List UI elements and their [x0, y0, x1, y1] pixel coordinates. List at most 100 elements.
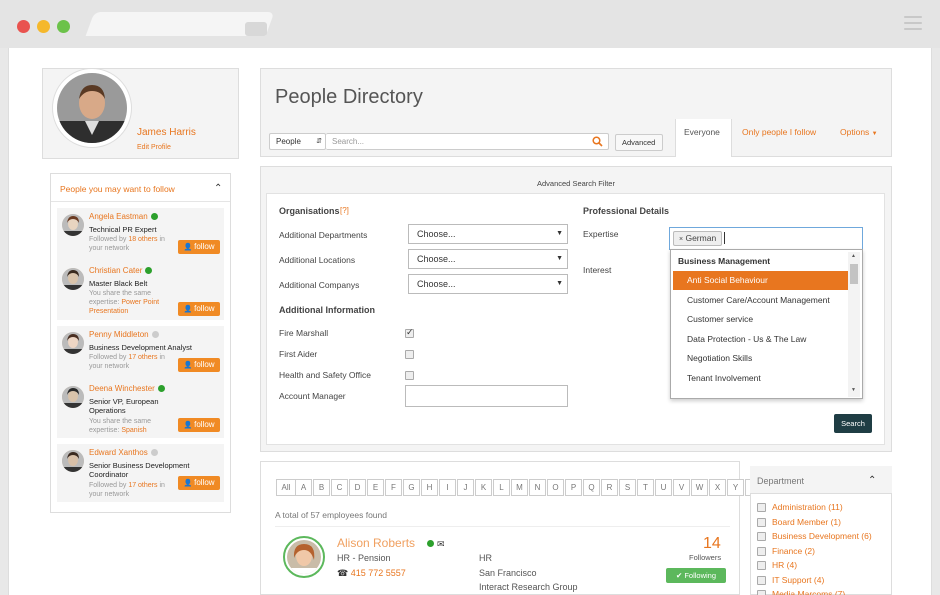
close-window-icon[interactable] — [17, 20, 30, 33]
department-checkbox[interactable] — [757, 517, 766, 527]
org-filter-select[interactable]: Choose... ▼ — [408, 224, 568, 244]
department-item[interactable]: Board Member (1) — [772, 517, 841, 527]
suggestion-avatar[interactable] — [62, 214, 84, 236]
tab-only-followed[interactable]: Only people I follow — [742, 127, 816, 137]
follow-button[interactable]: 👤 follow — [178, 476, 220, 490]
dropdown-option[interactable]: Negotiation Skills — [673, 349, 848, 368]
employee-phone-number[interactable]: 415 772 5557 — [351, 568, 406, 578]
alpha-filter-button[interactable]: S — [619, 479, 636, 496]
department-item[interactable]: Media Marcoms (7) — [772, 589, 845, 595]
org-filter-select[interactable]: Choose... ▼ — [408, 249, 568, 269]
alpha-filter-button[interactable]: B — [313, 479, 330, 496]
suggestion-name[interactable]: Deena Winchester — [89, 384, 165, 393]
collapse-chevron-icon[interactable]: ⌃ — [214, 183, 222, 194]
mail-icon[interactable]: ✉ — [437, 539, 445, 550]
dropdown-option[interactable]: Customer service — [673, 310, 848, 329]
department-item[interactable]: HR (4) — [772, 560, 797, 570]
tab-options[interactable]: Options ▼ — [840, 127, 878, 137]
suggestion-info-link[interactable]: Spanish — [121, 427, 146, 434]
suggestion-info-link[interactable]: 17 others — [128, 354, 157, 361]
search-button[interactable]: Search — [834, 414, 872, 433]
follow-button[interactable]: 👤 follow — [178, 358, 220, 372]
suggestion-info-link[interactable]: 17 others — [128, 482, 157, 489]
alpha-filter-button[interactable]: R — [601, 479, 618, 496]
alpha-filter-button[interactable]: T — [637, 479, 654, 496]
search-icon[interactable] — [592, 136, 603, 149]
department-checkbox[interactable] — [757, 546, 766, 556]
dropdown-option[interactable]: Data Protection - Us & The Law — [673, 330, 848, 349]
suggestion-avatar[interactable] — [62, 450, 84, 472]
dropdown-option[interactable]: Tenant Involvement — [673, 369, 848, 388]
follow-button[interactable]: 👤 follow — [178, 302, 220, 316]
alpha-filter-button[interactable]: H — [421, 479, 438, 496]
advanced-button[interactable]: Advanced — [615, 134, 663, 151]
following-button[interactable]: ✔ Following — [666, 568, 726, 583]
suggestion-name-text[interactable]: Deena Winchester — [89, 384, 155, 393]
profile-name[interactable]: James Harris — [137, 127, 196, 138]
info-checkbox[interactable] — [405, 350, 414, 359]
department-checkbox[interactable] — [757, 561, 766, 570]
alpha-filter-button[interactable]: D — [349, 479, 366, 496]
expertise-tag[interactable]: × German — [673, 231, 723, 246]
suggestion-name[interactable]: Edward Xanthos — [89, 448, 158, 457]
suggestion-name[interactable]: Christian Cater — [89, 266, 153, 275]
info-checkbox[interactable] — [405, 371, 414, 380]
alpha-filter-button[interactable]: N — [529, 479, 546, 496]
suggestion-avatar[interactable] — [62, 268, 84, 290]
suggestion-name-text[interactable]: Penny Middleton — [89, 330, 149, 339]
follow-button[interactable]: 👤 follow — [178, 240, 220, 254]
employee-avatar[interactable] — [283, 536, 325, 578]
alpha-filter-button[interactable]: E — [367, 479, 384, 496]
suggestion-name[interactable]: Angela Eastman — [89, 212, 158, 221]
alpha-filter-button[interactable]: U — [655, 479, 672, 496]
alpha-filter-button[interactable]: G — [403, 479, 420, 496]
alpha-filter-button[interactable]: W — [691, 479, 708, 496]
department-item[interactable]: Business Development (6) — [772, 531, 872, 541]
search-input[interactable]: Search... — [326, 133, 609, 150]
department-checkbox[interactable] — [757, 575, 766, 585]
search-scope-select[interactable]: People ⇵ — [269, 133, 326, 150]
help-link[interactable]: [?] — [340, 206, 349, 215]
tab-everyone[interactable] — [675, 119, 732, 157]
alpha-filter-button[interactable]: All — [276, 479, 296, 496]
alpha-filter-button[interactable]: Y — [727, 479, 744, 496]
remove-tag-icon[interactable]: × — [679, 236, 683, 243]
alpha-filter-button[interactable]: M — [511, 479, 528, 496]
department-checkbox[interactable] — [757, 503, 766, 512]
alpha-filter-button[interactable]: O — [547, 479, 564, 496]
suggestion-name-text[interactable]: Christian Cater — [89, 266, 142, 275]
edit-profile-link[interactable]: Edit Profile — [137, 144, 171, 151]
dropdown-scroll-thumb[interactable] — [850, 264, 858, 284]
dropdown-option[interactable]: Customer Care/Account Management — [673, 291, 848, 310]
new-tab-button[interactable] — [245, 22, 267, 36]
alpha-filter-button[interactable]: I — [439, 479, 456, 496]
info-checkbox[interactable]: ✓ — [405, 327, 414, 338]
alpha-filter-button[interactable]: C — [331, 479, 348, 496]
alpha-filter-button[interactable]: P — [565, 479, 582, 496]
department-checkbox[interactable] — [757, 532, 766, 541]
alpha-filter-button[interactable]: K — [475, 479, 492, 496]
suggestion-name[interactable]: Penny Middleton — [89, 330, 159, 339]
profile-avatar[interactable] — [53, 69, 131, 147]
hamburger-menu-icon[interactable] — [904, 16, 922, 32]
alpha-filter-button[interactable]: X — [709, 479, 726, 496]
follow-button[interactable]: 👤 follow — [178, 418, 220, 432]
collapse-chevron-icon[interactable]: ⌃ — [868, 475, 876, 486]
scroll-up-icon[interactable]: ▲ — [851, 253, 856, 259]
department-item[interactable]: Finance (2) — [772, 546, 815, 556]
account-manager-input[interactable] — [405, 385, 568, 407]
department-item[interactable]: Administration (11) — [772, 502, 843, 512]
suggestion-info-link[interactable]: 18 others — [128, 236, 157, 243]
minimize-window-icon[interactable] — [37, 20, 50, 33]
suggestion-avatar[interactable] — [62, 386, 84, 408]
suggestion-name-text[interactable]: Edward Xanthos — [89, 448, 148, 457]
scroll-down-icon[interactable]: ▼ — [851, 387, 856, 393]
alpha-filter-button[interactable]: L — [493, 479, 510, 496]
org-filter-select[interactable]: Choose... ▼ — [408, 274, 568, 294]
alpha-filter-button[interactable]: Q — [583, 479, 600, 496]
suggestion-avatar[interactable] — [62, 332, 84, 354]
department-item[interactable]: IT Support (4) — [772, 575, 824, 585]
dropdown-option[interactable]: Anti Social Behaviour — [673, 271, 848, 290]
alpha-filter-button[interactable]: F — [385, 479, 402, 496]
alpha-filter-button[interactable]: V — [673, 479, 690, 496]
